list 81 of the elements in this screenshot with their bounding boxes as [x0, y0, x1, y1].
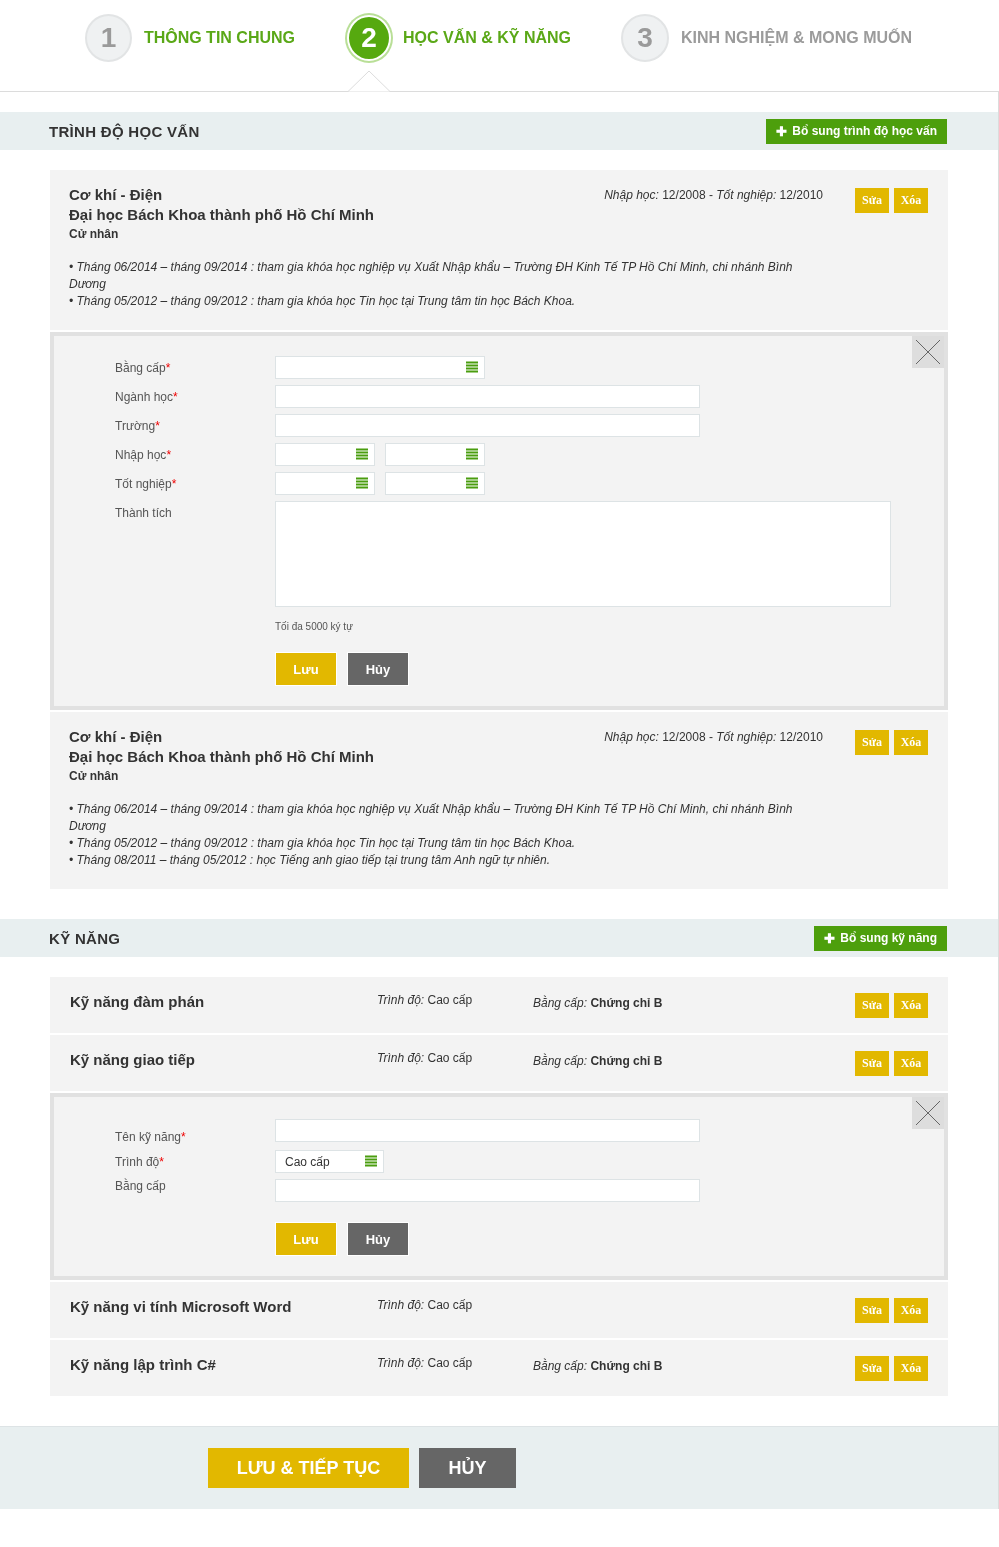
list-icon [356, 448, 368, 461]
step-number: 2 [347, 15, 391, 61]
major-title: Cơ khí - Điện [69, 728, 164, 745]
list-icon [356, 477, 368, 490]
step-number: 1 [85, 14, 132, 62]
skill-level: Trình độ: Cao cấp [377, 993, 474, 1007]
list-icon [466, 448, 478, 461]
field-label: Ngành học* [115, 389, 179, 404]
delete-button[interactable]: Xóa [894, 1356, 928, 1381]
field-label: Tốt nghiệp* [115, 476, 178, 491]
close-icon[interactable] [912, 336, 944, 368]
achievement-note: • Tháng 06/2014 – tháng 09/2014 : tham gia khóa học nghiệp vụ Xuất Nhập khẩu – Trường ĐH Kinh Tế TP Hồ Chí Minh, chi nhánh Bình Dương [69, 801, 794, 835]
delete-button[interactable]: Xóa [894, 188, 928, 213]
degree-text: Cử nhân [69, 769, 120, 783]
textarea-field[interactable] [275, 501, 891, 607]
skill-name: Kỹ năng giao tiếp [70, 1051, 196, 1068]
cancel-button[interactable]: Hủy [347, 652, 409, 686]
skill-name: Kỹ năng đàm phán [70, 993, 206, 1010]
degree-text: Cử nhân [69, 227, 120, 241]
save-continue-button[interactable]: LƯU & TIẾP TỤC [208, 1448, 409, 1488]
field-label: Thành tích [115, 505, 173, 520]
delete-button[interactable]: Xóa [894, 993, 928, 1018]
skill-certificate: Bằng cấp: Chứng chỉ B [533, 1359, 663, 1373]
add-button[interactable]: ✚ Bổ sung trình độ học vấn [766, 118, 947, 144]
date-select[interactable] [385, 443, 485, 466]
select-field[interactable]: Cao cấp [275, 1150, 384, 1173]
section-title: TRÌNH ĐỘ HỌC VẤN [49, 122, 200, 140]
add-button[interactable]: ✚ Bổ sung kỹ năng [814, 925, 947, 951]
list-icon [466, 361, 478, 374]
save-button[interactable]: Lưu [275, 652, 337, 686]
skill-level: Trình độ: Cao cấp [377, 1298, 474, 1312]
edit-button[interactable]: Sửa [855, 1356, 889, 1381]
skill-name: Kỹ năng vi tính Microsoft Word [70, 1298, 293, 1315]
edit-button[interactable]: Sửa [855, 1051, 889, 1076]
date-select[interactable] [275, 472, 375, 495]
skill-level: Trình độ: Cao cấp [377, 1356, 474, 1370]
step-label[interactable]: THÔNG TIN CHUNG [143, 29, 295, 47]
field-label: Trường* [115, 418, 161, 433]
input-field[interactable] [275, 1179, 700, 1202]
input-field[interactable] [275, 1119, 700, 1142]
step-label[interactable]: HỌC VẤN & KỸ NĂNG [403, 29, 571, 47]
field-hint: Tối đa 5000 ký tự [275, 621, 354, 632]
edit-button[interactable]: Sửa [855, 730, 889, 755]
list-icon [365, 1155, 377, 1168]
step-label[interactable]: KINH NGHIỆM & MONG MUỐN [681, 29, 913, 47]
delete-button[interactable]: Xóa [894, 730, 928, 755]
skill-level: Trình độ: Cao cấp [377, 1051, 474, 1065]
field-label: Nhập học* [115, 447, 173, 462]
edit-button[interactable]: Sửa [855, 1298, 889, 1323]
edit-button[interactable]: Sửa [855, 993, 889, 1018]
edit-button[interactable]: Sửa [855, 188, 889, 213]
field-label: Trình độ* [115, 1154, 165, 1169]
skill-certificate: Bằng cấp: Chứng chỉ B [533, 996, 663, 1010]
date-range: Nhập học: 12/2008 - Tốt nghiệp: 12/2010 [604, 188, 823, 204]
school-name: Đại học Bách Khoa thành phố Hồ Chí Minh [69, 206, 374, 223]
achievement-note: • Tháng 05/2012 – tháng 09/2012 : tham gia khóa học Tin học tại Trung tâm tin học Bách Khoa. [69, 835, 577, 852]
delete-button[interactable]: Xóa [894, 1298, 928, 1323]
achievement-note: • Tháng 05/2012 – tháng 09/2012 : tham gia khóa học Tin học tại Trung tâm tin học Bách Khoa. [69, 293, 577, 310]
section-title: KỸ NĂNG [49, 929, 121, 947]
select-field[interactable] [275, 356, 485, 379]
date-range: Nhập học: 12/2008 - Tốt nghiệp: 12/2010 [604, 730, 823, 746]
achievement-note: • Tháng 08/2011 – tháng 05/2012 : học Tiếng anh giao tiếp tại trung tâm Anh ngữ tự nhiên. [69, 852, 551, 869]
cancel-button[interactable]: HỦY [419, 1448, 516, 1488]
field-label: Bằng cấp [115, 1179, 167, 1193]
major-title: Cơ khí - Điện [69, 186, 164, 203]
input-field[interactable] [275, 414, 700, 437]
school-name: Đại học Bách Khoa thành phố Hồ Chí Minh [69, 748, 374, 765]
input-field[interactable] [275, 385, 700, 408]
field-label: Tên kỹ năng* [115, 1129, 187, 1144]
save-button[interactable]: Lưu [275, 1222, 337, 1256]
close-icon[interactable] [912, 1097, 944, 1129]
skill-certificate: Bằng cấp: Chứng chỉ B [533, 1054, 663, 1068]
skill-name: Kỹ năng lập trình C# [70, 1356, 217, 1373]
achievement-note: • Tháng 06/2014 – tháng 09/2014 : tham gia khóa học nghiệp vụ Xuất Nhập khẩu – Trường ĐH Kinh Tế TP Hồ Chí Minh, chi nhánh Bình Dương [69, 259, 794, 293]
list-icon [466, 477, 478, 490]
cancel-button[interactable]: Hủy [347, 1222, 409, 1256]
date-select[interactable] [275, 443, 375, 466]
delete-button[interactable]: Xóa [894, 1051, 928, 1076]
step-number: 3 [621, 14, 669, 62]
date-select[interactable] [385, 472, 485, 495]
field-label: Bằng cấp* [115, 359, 172, 375]
